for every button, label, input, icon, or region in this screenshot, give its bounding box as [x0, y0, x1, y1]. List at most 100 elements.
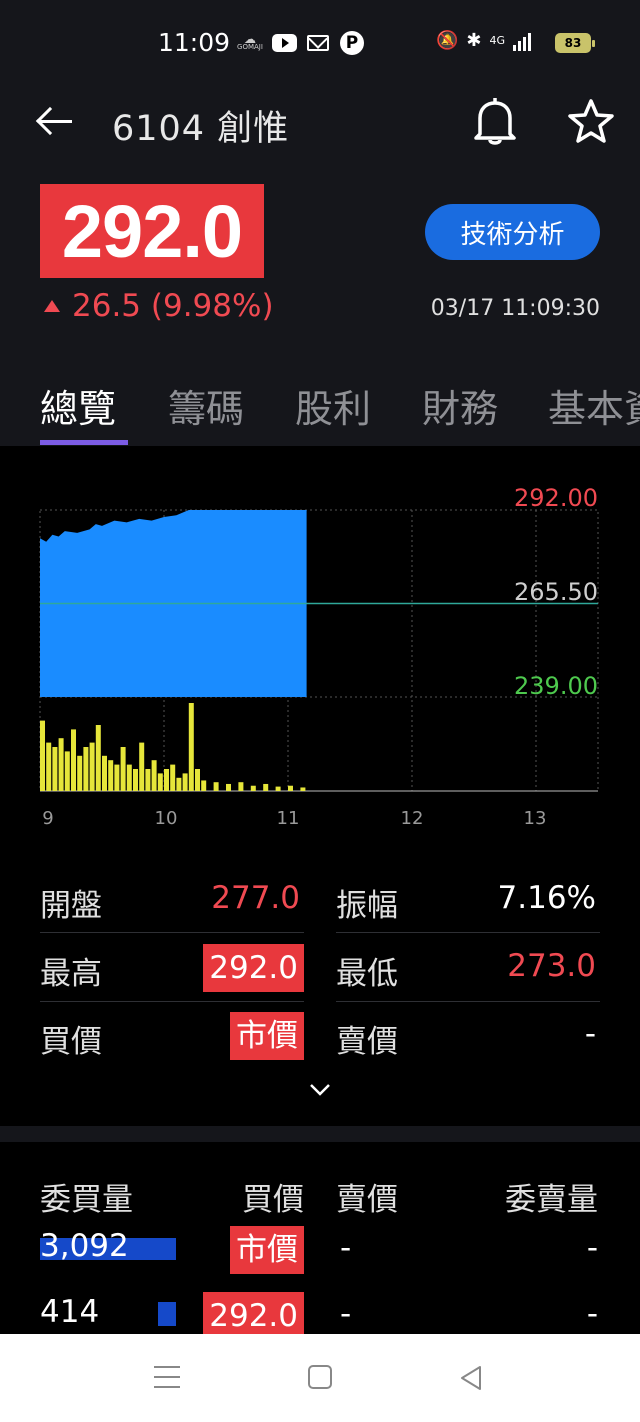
low-label: 最低 [336, 956, 398, 992]
open-label: 開盤 [40, 888, 102, 924]
star-icon[interactable] [566, 96, 616, 146]
status-time: 11:09 [158, 28, 231, 57]
status-icons: 🔕 ✱ 4G [436, 30, 532, 51]
row-divider [336, 932, 600, 933]
status-bar: 11:09 ☁ GOMAJI P 🔕 ✱ 4G 83 [0, 0, 640, 86]
volume-bar [120, 747, 126, 791]
amplitude-label: 振幅 [336, 888, 398, 924]
volume-bar [201, 780, 207, 791]
active-tab-indicator [40, 440, 128, 445]
volume-bar [46, 742, 52, 791]
ask-qty-header: 委賣量 [505, 1182, 598, 1218]
current-price: 292.0 [61, 189, 243, 273]
amplitude-value: 7.16% [497, 880, 596, 916]
tab-dividend[interactable]: 股利 [295, 378, 371, 433]
back-arrow-icon[interactable] [36, 106, 76, 136]
system-nav-bar [0, 1334, 640, 1422]
ask-price: - [340, 1230, 352, 1266]
section-divider [0, 1126, 640, 1142]
volume-bar [77, 755, 83, 791]
ask-label: 賣價 [336, 1024, 398, 1060]
price-change-value: 26.5 (9.98%) [72, 288, 274, 324]
parking-icon: P [340, 31, 364, 55]
price-label-low: 239.00 [514, 672, 598, 700]
intraday-chart[interactable]: 292.00 265.50 239.00 9 10 11 12 13 [0, 446, 640, 846]
ask-price-header: 賣價 [336, 1182, 398, 1218]
volume-bar [114, 764, 120, 791]
bid-qty: 3,092 [40, 1228, 129, 1264]
tab-finance[interactable]: 財務 [422, 378, 498, 433]
x-tick-10: 10 [155, 808, 178, 829]
volume-bar [275, 786, 281, 791]
high-value: 292.0 [203, 944, 304, 992]
vibrate-icon: 🔕 [436, 30, 459, 51]
bid-value: 市價 [230, 1012, 304, 1060]
back-triangle-icon[interactable] [458, 1364, 486, 1392]
tab-overview[interactable]: 總覽 [40, 378, 116, 433]
technical-analysis-button[interactable]: 技術分析 [425, 204, 600, 260]
stock-title: 6104 創惟 [112, 109, 290, 149]
ask-qty: - [586, 1296, 598, 1332]
volume-bar [250, 785, 256, 791]
row-divider [40, 932, 304, 933]
bluetooth-icon: ✱ [466, 30, 482, 51]
low-value: 273.0 [507, 948, 596, 984]
tab-basic-info[interactable]: 基本資料 [548, 378, 640, 433]
bell-icon[interactable] [472, 96, 518, 146]
bid-price: 市價 [230, 1226, 304, 1274]
bid-qty: 414 [40, 1294, 100, 1330]
home-icon[interactable] [308, 1365, 332, 1389]
volume-bar [263, 783, 269, 791]
bid-qty-header: 委買量 [40, 1182, 133, 1218]
ask-qty: - [586, 1230, 598, 1266]
ask-value: - [584, 1016, 596, 1052]
volume-bar [139, 742, 145, 791]
volume-bar [40, 720, 45, 791]
volume-bar [213, 782, 219, 791]
volume-bar [95, 725, 101, 791]
volume-bar [157, 773, 163, 791]
bid-price: 292.0 [203, 1292, 304, 1334]
youtube-icon [272, 34, 297, 52]
volume-bar [182, 773, 188, 791]
order-book: 委買量 買價 賣價 委賣量 3,092 市價 - - 414 292.0 - - [0, 1142, 640, 1334]
open-value: 277.0 [211, 880, 300, 916]
high-label: 最高 [40, 956, 102, 992]
volume-bar [58, 738, 64, 791]
tab-bar: 總覽 籌碼 股利 財務 基本資料 [0, 372, 640, 446]
volume-bar [133, 769, 138, 791]
row-divider [336, 1001, 600, 1002]
quote-stats: 開盤 277.0 振幅 7.16% 最高 292.0 最低 273.0 買價 市… [0, 860, 640, 1126]
ask-price: - [340, 1296, 352, 1332]
volume-bar [64, 751, 70, 791]
volume-bar [126, 764, 132, 791]
volume-bar [52, 747, 58, 791]
tab-chips[interactable]: 籌碼 [168, 378, 244, 433]
gomaji-icon: ☁ GOMAJI [237, 32, 263, 51]
volume-bar [71, 729, 76, 791]
volume-bar [195, 769, 200, 791]
volume-bar [89, 742, 95, 791]
volume-bar [102, 755, 107, 791]
x-tick-12: 12 [401, 808, 424, 829]
bid-price-header: 買價 [242, 1182, 304, 1218]
volume-bar [83, 747, 89, 791]
volume-bar [238, 782, 244, 791]
volume-bar [188, 703, 194, 791]
volume-bar [226, 783, 231, 791]
quote-timestamp: 03/17 11:09:30 [430, 296, 600, 321]
volume-bar [176, 777, 182, 791]
row-divider [40, 1001, 304, 1002]
bid-volume-bar [158, 1302, 176, 1326]
volume-bar [164, 769, 169, 791]
up-triangle-icon [44, 300, 60, 312]
volume-bar [151, 760, 157, 791]
price-label-high: 292.00 [514, 484, 598, 512]
recent-apps-icon[interactable] [154, 1366, 180, 1390]
volume-bar [300, 787, 306, 791]
x-tick-13: 13 [524, 808, 547, 829]
intraday-chart-svg: 292.00 265.50 239.00 9 10 11 12 13 [39, 484, 599, 829]
x-tick-9: 9 [42, 808, 53, 829]
volume-bar [108, 760, 114, 791]
chevron-down-icon[interactable] [308, 1078, 332, 1102]
